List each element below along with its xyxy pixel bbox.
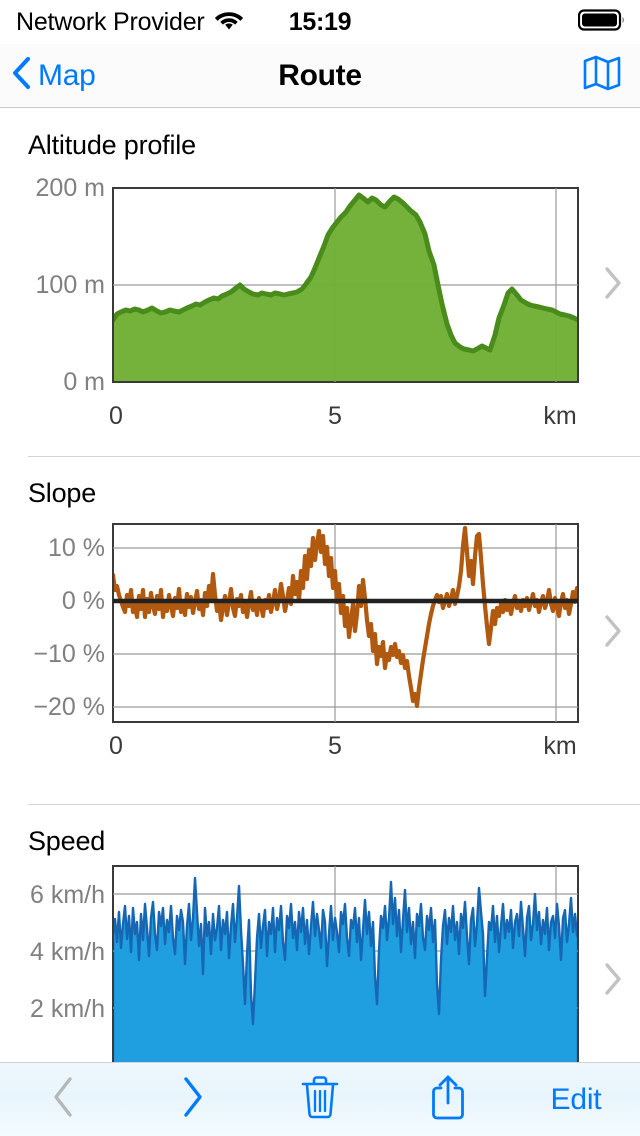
svg-text:0: 0 bbox=[109, 732, 123, 760]
svg-text:200 m: 200 m bbox=[36, 174, 105, 202]
svg-text:0 m: 0 m bbox=[63, 368, 105, 396]
section-altitude-profile: Altitude profile 200 m 100 m 0 m 0 5 km bbox=[0, 108, 640, 456]
content-scroll-area[interactable]: Altitude profile 200 m 100 m 0 m 0 5 km bbox=[0, 108, 640, 1062]
share-icon bbox=[430, 1073, 466, 1126]
chevron-right-icon[interactable] bbox=[602, 961, 624, 997]
status-bar: Network Provider 15:19 bbox=[0, 0, 640, 44]
svg-text:4 km/h: 4 km/h bbox=[30, 938, 105, 966]
page-title: Route bbox=[278, 58, 362, 92]
altitude-chart[interactable]: 200 m 100 m 0 m 0 5 km bbox=[0, 168, 600, 428]
svg-text:100 m: 100 m bbox=[36, 271, 105, 299]
svg-text:5: 5 bbox=[328, 402, 342, 428]
delete-button[interactable] bbox=[256, 1063, 384, 1136]
section-title-speed: Speed bbox=[28, 826, 106, 856]
svg-text:km: km bbox=[543, 732, 576, 760]
section-title-slope: Slope bbox=[28, 478, 97, 508]
svg-text:0 %: 0 % bbox=[62, 587, 105, 615]
svg-text:−20 %: −20 % bbox=[33, 693, 105, 721]
bottom-toolbar: Edit bbox=[0, 1062, 640, 1136]
chevron-right-icon bbox=[179, 1075, 205, 1124]
share-button[interactable] bbox=[384, 1063, 512, 1136]
svg-text:km: km bbox=[543, 402, 576, 428]
map-button[interactable] bbox=[582, 44, 622, 107]
battery-full-icon bbox=[577, 8, 626, 37]
previous-button[interactable] bbox=[0, 1063, 128, 1136]
route-screen: Network Provider 15:19 Map Route Altitud… bbox=[0, 0, 640, 1136]
svg-text:−10 %: −10 % bbox=[33, 640, 105, 668]
edit-button-label: Edit bbox=[550, 1082, 602, 1116]
section-separator bbox=[28, 804, 640, 805]
navigation-bar: Map Route bbox=[0, 44, 640, 108]
map-icon bbox=[582, 53, 622, 98]
chevron-right-icon[interactable] bbox=[602, 265, 624, 301]
chevron-right-icon[interactable] bbox=[602, 613, 624, 649]
svg-text:2 km/h: 2 km/h bbox=[30, 995, 105, 1023]
section-slope: Slope 10 % 0 % −10 % −20 % 0 5 km bbox=[0, 456, 640, 804]
section-title-altitude: Altitude profile bbox=[28, 130, 196, 160]
slope-chart[interactable]: 10 % 0 % −10 % −20 % 0 5 km bbox=[0, 516, 600, 776]
section-separator bbox=[28, 456, 640, 457]
svg-text:6 km/h: 6 km/h bbox=[30, 881, 105, 909]
svg-text:0: 0 bbox=[109, 402, 123, 428]
svg-text:5: 5 bbox=[328, 732, 342, 760]
clock-label: 15:19 bbox=[288, 7, 352, 36]
status-bar-right bbox=[577, 0, 626, 44]
section-speed: Speed 6 km/h 4 km/h 2 km/h bbox=[0, 804, 640, 1062]
next-button[interactable] bbox=[128, 1063, 256, 1136]
edit-button[interactable]: Edit bbox=[512, 1063, 640, 1136]
speed-chart[interactable]: 6 km/h 4 km/h 2 km/h bbox=[0, 864, 600, 1062]
chevron-left-icon bbox=[51, 1075, 77, 1124]
trash-icon bbox=[300, 1074, 340, 1125]
svg-text:10 %: 10 % bbox=[48, 534, 105, 562]
